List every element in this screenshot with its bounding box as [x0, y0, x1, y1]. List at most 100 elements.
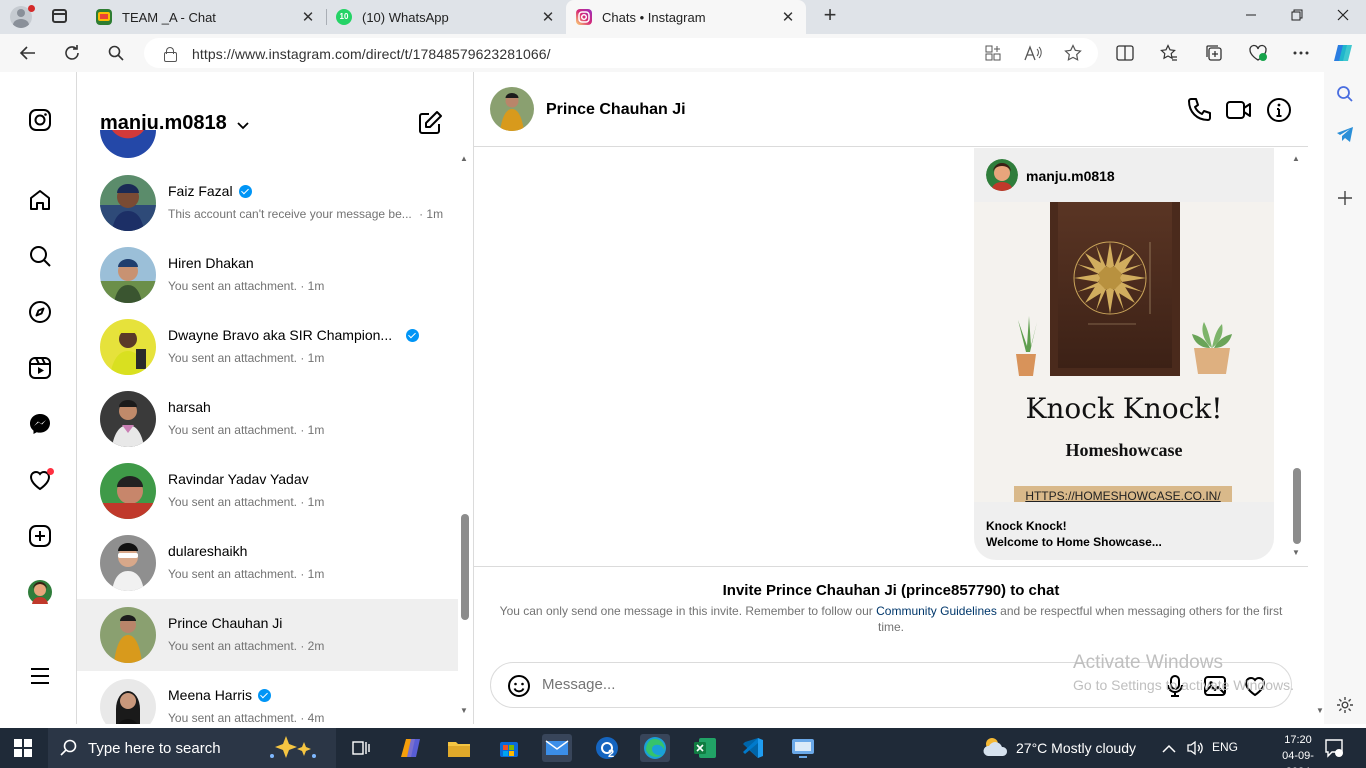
add-sidebar-app-icon[interactable] — [1334, 187, 1356, 209]
scroll-down-icon[interactable]: ▼ — [1316, 706, 1324, 715]
edge-dev-icon[interactable]: 2 — [592, 734, 622, 762]
scroll-up-icon[interactable]: ▲ — [1292, 154, 1300, 163]
explore-compass-icon[interactable] — [27, 299, 53, 325]
conversation-item[interactable]: Dwayne Bravo aka SIR Champion... You sen… — [77, 315, 458, 387]
scroll-up-icon[interactable]: ▲ — [460, 154, 468, 163]
scroll-down-icon[interactable]: ▼ — [460, 706, 468, 715]
conversation-name: harsah — [168, 399, 211, 415]
browser-essentials-icon[interactable] — [1247, 42, 1269, 64]
avatar — [100, 319, 156, 375]
microsoft-store-icon[interactable] — [494, 734, 524, 762]
shared-post-image[interactable]: Knock Knock! Homeshowcase HTTPS://HOMESH… — [974, 202, 1274, 502]
conversation-name: dulareshaikh — [168, 543, 248, 559]
edge-sidebar: ▼ — [1316, 72, 1366, 724]
conversation-item-selected[interactable]: Prince Chauhan Ji You sent an attachment… — [77, 599, 458, 671]
sidebar-settings-gear-icon[interactable] — [1334, 694, 1356, 716]
telegram-icon[interactable] — [1334, 123, 1356, 145]
favorite-star-icon[interactable] — [1062, 42, 1084, 64]
weather-cloud-icon[interactable] — [982, 736, 1010, 763]
collections-icon[interactable] — [1203, 42, 1225, 64]
back-button[interactable] — [16, 41, 40, 65]
excel-icon[interactable] — [690, 734, 720, 762]
emoji-icon[interactable] — [507, 674, 531, 698]
invite-title: Invite Prince Chauhan Ji (prince857790) … — [722, 582, 1060, 599]
url-field[interactable]: https://www.instagram.com/direct/t/17848… — [144, 38, 1098, 68]
split-screen-icon[interactable] — [1114, 42, 1136, 64]
copilot-taskbar-icon[interactable] — [396, 734, 426, 762]
restore-button[interactable] — [1284, 4, 1310, 30]
tab-whatsapp[interactable]: 10 (10) WhatsApp ✕ — [326, 0, 566, 34]
new-message-icon[interactable] — [417, 110, 443, 136]
create-icon[interactable] — [27, 523, 53, 549]
instagram-logo-icon[interactable] — [27, 107, 53, 133]
search-icon[interactable] — [104, 41, 128, 65]
instagram-favicon-icon — [576, 9, 592, 25]
conversation-preview: This account can't receive your message … — [168, 207, 444, 221]
mail-icon[interactable] — [542, 734, 572, 762]
taskbar-search-box[interactable]: Type here to search — [48, 728, 336, 768]
chevron-down-icon[interactable] — [237, 117, 249, 130]
tab-instagram[interactable]: Chats • Instagram ✕ — [566, 0, 806, 34]
windows-start-icon[interactable] — [14, 739, 32, 757]
tab-close-icon[interactable]: ✕ — [300, 8, 316, 26]
minimize-button[interactable] — [1238, 4, 1264, 30]
avatar — [100, 247, 156, 303]
reels-icon[interactable] — [27, 355, 53, 381]
conversation-item[interactable]: Faiz Fazal This account can't receive yo… — [77, 171, 458, 243]
conversation-item[interactable]: dulareshaikh You sent an attachment. · 1… — [77, 531, 458, 603]
search-icon[interactable] — [1334, 83, 1356, 105]
vscode-icon[interactable] — [738, 734, 768, 762]
weather-text[interactable]: 27°C Mostly cloudy — [1016, 740, 1136, 756]
remote-desktop-icon[interactable] — [788, 734, 818, 762]
close-window-button[interactable] — [1330, 4, 1356, 30]
conversation-item[interactable]: Ravindar Yadav Yadav You sent an attachm… — [77, 459, 458, 531]
message-input[interactable] — [542, 676, 1102, 693]
app-available-icon[interactable] — [982, 42, 1004, 64]
refresh-button[interactable] — [60, 41, 84, 65]
avatar — [100, 391, 156, 447]
system-clock[interactable]: 17:20 04-09-2024 — [1276, 732, 1320, 768]
chat-scrollbar[interactable] — [1293, 468, 1301, 544]
search-icon[interactable] — [27, 243, 53, 269]
phone-call-icon[interactable] — [1186, 97, 1212, 123]
read-aloud-icon[interactable] — [1022, 42, 1044, 64]
chat-contact-name[interactable]: Prince Chauhan Ji — [546, 101, 686, 119]
tab-team-chat[interactable]: TEAM _A - Chat ✕ — [86, 0, 326, 34]
tab-actions-icon[interactable] — [52, 9, 67, 23]
lock-icon[interactable] — [164, 47, 177, 62]
chat-avatar[interactable] — [490, 87, 534, 131]
tab-close-icon[interactable]: ✕ — [780, 8, 796, 26]
volume-icon[interactable] — [1186, 739, 1204, 762]
menu-hamburger-icon[interactable] — [27, 663, 53, 689]
search-icon — [60, 739, 78, 762]
conversation-item[interactable]: Meena Harris You sent an attachment. · 4… — [77, 675, 458, 724]
search-highlight-icon — [264, 734, 324, 767]
conversation-info-icon[interactable] — [1266, 97, 1292, 123]
video-call-icon[interactable] — [1226, 97, 1252, 123]
avatar — [986, 159, 1018, 191]
copilot-icon[interactable] — [1332, 42, 1354, 64]
scroll-down-icon[interactable]: ▼ — [1292, 548, 1300, 557]
edge-browser-icon[interactable] — [640, 734, 670, 762]
shared-post-message[interactable]: manju.m0818 Knock Knock! Homeshowcase HT… — [974, 148, 1274, 560]
conversation-item[interactable]: Hiren Dhakan You sent an attachment. · 1… — [77, 243, 458, 315]
favorites-icon[interactable] — [1158, 42, 1180, 64]
input-language[interactable]: ENG — [1212, 740, 1238, 754]
new-tab-button[interactable]: + — [818, 4, 842, 28]
community-guidelines-link[interactable]: Community Guidelines — [876, 604, 997, 618]
shared-post-header[interactable]: manju.m0818 — [974, 148, 1274, 202]
conversation-name: Meena Harris — [168, 687, 272, 703]
address-bar-row: https://www.instagram.com/direct/t/17848… — [0, 34, 1366, 72]
more-options-icon[interactable] — [1290, 42, 1312, 64]
conversation-item[interactable]: harsah You sent an attachment. · 1m — [77, 387, 458, 459]
messenger-icon[interactable] — [27, 411, 53, 437]
chat-header: Prince Chauhan Ji — [474, 72, 1308, 147]
home-icon[interactable] — [27, 187, 53, 213]
notification-center-icon[interactable] — [1324, 738, 1344, 763]
file-explorer-icon[interactable] — [444, 734, 474, 762]
conversation-list-scrollbar[interactable] — [461, 514, 469, 620]
task-view-icon[interactable] — [346, 734, 376, 762]
profile-avatar[interactable] — [27, 579, 53, 605]
chevron-up-icon[interactable] — [1162, 741, 1176, 759]
tab-close-icon[interactable]: ✕ — [540, 8, 556, 26]
